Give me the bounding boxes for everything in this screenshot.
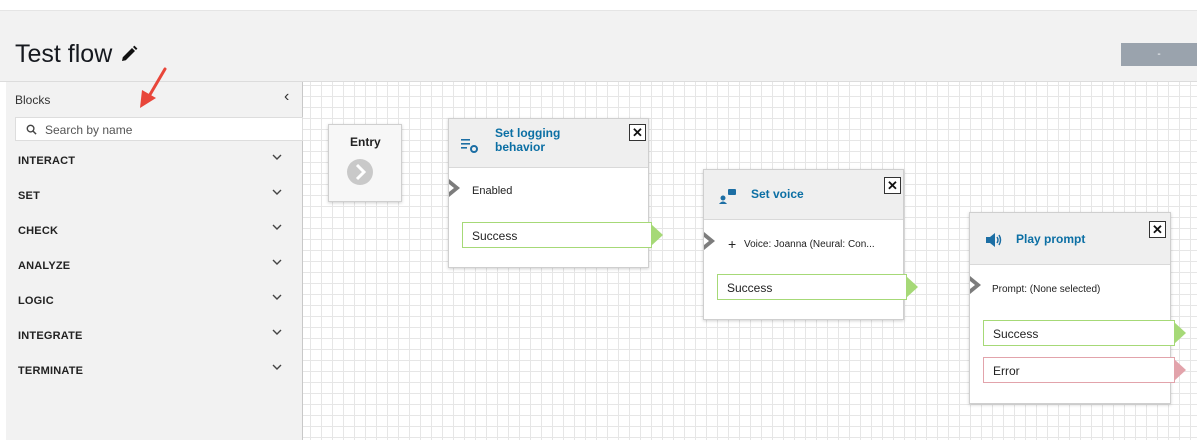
- pencil-icon[interactable]: [119, 44, 139, 64]
- category-terminate[interactable]: TERMINATE: [6, 354, 302, 388]
- chevron-down-icon: [272, 189, 282, 195]
- chevron-down-icon: [272, 154, 282, 160]
- speaker-icon: [986, 233, 1002, 247]
- annotation-arrow: [140, 67, 167, 108]
- success-connector-icon[interactable]: [651, 224, 663, 246]
- block-title-line2: behavior: [495, 140, 546, 154]
- prompt-detail: Prompt: (None selected): [992, 284, 1101, 295]
- collapse-chevron-icon[interactable]: ‹: [284, 88, 289, 106]
- close-icon[interactable]: ✕: [884, 177, 901, 194]
- chevron-down-icon: [272, 364, 282, 370]
- entry-title: Entry: [350, 135, 381, 149]
- voice-icon: [719, 189, 736, 204]
- search-placeholder: Search by name: [45, 123, 133, 137]
- category-label: INTERACT: [18, 155, 76, 167]
- success-branch[interactable]: Success: [717, 274, 907, 300]
- top-strip: [0, 0, 1197, 11]
- category-label: INTEGRATE: [18, 330, 83, 342]
- success-connector-icon[interactable]: [906, 276, 918, 298]
- blocks-sidebar: Blocks ‹ Search by name INTERACT SET CHE…: [6, 82, 303, 440]
- search-input[interactable]: Search by name: [15, 117, 303, 141]
- category-integrate[interactable]: INTEGRATE: [6, 319, 302, 353]
- branch-label: Error: [993, 364, 1020, 378]
- category-label: CHECK: [18, 225, 59, 237]
- category-logic[interactable]: LOGIC: [6, 284, 302, 318]
- chevron-down-icon: [272, 259, 282, 265]
- chevron-down-icon: [272, 224, 282, 230]
- chevron-down-icon: [272, 294, 282, 300]
- play-prompt-block[interactable]: Play prompt ✕ Prompt: (None selected) Su…: [969, 212, 1186, 404]
- flow-canvas[interactable]: Entry Set logging behavior ✕ Enabled Suc…: [303, 82, 1197, 440]
- branch-label: Success: [727, 281, 773, 295]
- logging-status: Enabled: [472, 185, 513, 197]
- close-icon[interactable]: ✕: [1149, 221, 1166, 238]
- search-icon: [26, 124, 37, 135]
- sidebar-header-label: Blocks: [15, 93, 51, 107]
- category-label: ANALYZE: [18, 260, 71, 272]
- category-set[interactable]: SET: [6, 179, 302, 213]
- close-icon[interactable]: ✕: [629, 124, 646, 141]
- entry-start-icon[interactable]: [346, 158, 374, 186]
- flow-title: Test flow: [15, 40, 113, 68]
- top-bar: Test flow -: [0, 0, 1197, 82]
- success-branch[interactable]: Success: [462, 222, 652, 248]
- voice-detail: Voice: Joanna (Neural: Con...: [744, 239, 875, 250]
- category-label: SET: [18, 190, 40, 202]
- logging-icon: [461, 139, 478, 153]
- category-interact[interactable]: INTERACT: [6, 144, 302, 178]
- chevron-down-icon: [272, 329, 282, 335]
- category-check[interactable]: CHECK: [6, 214, 302, 248]
- category-label: LOGIC: [18, 295, 54, 307]
- block-title: Play prompt: [1016, 232, 1086, 246]
- success-connector-icon[interactable]: [1174, 322, 1186, 344]
- category-label: TERMINATE: [18, 365, 84, 377]
- entry-block[interactable]: Entry: [328, 124, 402, 202]
- input-connector-icon[interactable]: [449, 179, 460, 197]
- branch-label: Success: [472, 229, 518, 243]
- branch-label: Success: [993, 327, 1039, 341]
- top-action-button[interactable]: -: [1121, 43, 1197, 66]
- block-title: Set voice: [751, 187, 804, 201]
- error-connector-icon[interactable]: [1174, 359, 1186, 381]
- input-connector-icon[interactable]: [970, 276, 981, 294]
- error-branch[interactable]: Error: [983, 357, 1175, 383]
- block-title: Set logging: [495, 126, 561, 140]
- category-analyze[interactable]: ANALYZE: [6, 249, 302, 283]
- set-voice-block[interactable]: Set voice ✕ + Voice: Joanna (Neural: Con…: [703, 169, 918, 320]
- add-icon[interactable]: +: [728, 236, 736, 252]
- set-logging-block[interactable]: Set logging behavior ✕ Enabled Success: [448, 118, 663, 268]
- success-branch[interactable]: Success: [983, 320, 1175, 346]
- input-connector-icon[interactable]: [704, 232, 715, 250]
